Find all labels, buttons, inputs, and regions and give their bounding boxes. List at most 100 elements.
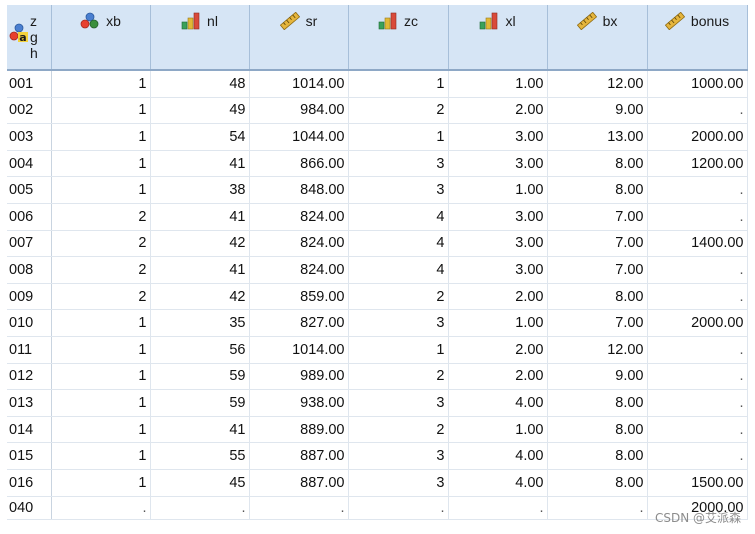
data-cell[interactable]: 55: [150, 442, 250, 470]
data-cell[interactable]: 2: [348, 363, 449, 391]
data-cell[interactable]: 42: [150, 283, 250, 311]
data-cell[interactable]: 3.00: [448, 150, 548, 178]
data-cell[interactable]: 824.00: [249, 256, 349, 284]
data-cell[interactable]: 2.00: [448, 336, 548, 364]
data-cell[interactable]: 56: [150, 336, 250, 364]
row-id-cell[interactable]: 007: [7, 230, 52, 258]
column-header-nl[interactable]: nl: [150, 5, 250, 71]
data-cell[interactable]: 4: [348, 256, 449, 284]
data-cell[interactable]: 2000.00: [647, 309, 748, 337]
data-cell[interactable]: 4.00: [448, 442, 548, 470]
data-cell[interactable]: 41: [150, 203, 250, 231]
data-cell[interactable]: 7.00: [547, 256, 648, 284]
column-header-xb[interactable]: xb: [51, 5, 151, 71]
data-cell[interactable]: 1: [348, 70, 449, 98]
data-cell[interactable]: 1: [348, 336, 449, 364]
data-cell[interactable]: 3: [348, 469, 449, 497]
data-cell[interactable]: 2000.00: [647, 123, 748, 151]
data-cell[interactable]: .: [647, 389, 748, 417]
data-cell[interactable]: 2: [348, 97, 449, 125]
data-cell[interactable]: 42: [150, 230, 250, 258]
data-cell[interactable]: 12.00: [547, 70, 648, 98]
data-cell[interactable]: .: [249, 496, 349, 520]
data-cell[interactable]: 1: [51, 150, 151, 178]
data-cell[interactable]: 3: [348, 442, 449, 470]
data-cell[interactable]: 3: [348, 176, 449, 204]
data-cell[interactable]: 1: [51, 363, 151, 391]
row-id-cell[interactable]: 011: [7, 336, 52, 364]
row-id-cell[interactable]: 003: [7, 123, 52, 151]
data-cell[interactable]: 1.00: [448, 176, 548, 204]
row-id-cell[interactable]: 013: [7, 389, 52, 417]
data-cell[interactable]: 4: [348, 203, 449, 231]
data-cell[interactable]: 3.00: [448, 203, 548, 231]
data-cell[interactable]: 8.00: [547, 416, 648, 444]
row-id-cell[interactable]: 010: [7, 309, 52, 337]
data-cell[interactable]: 824.00: [249, 203, 349, 231]
row-id-cell[interactable]: 006: [7, 203, 52, 231]
column-header-xl[interactable]: xl: [448, 5, 548, 71]
row-id-cell[interactable]: 040: [7, 496, 52, 520]
data-cell[interactable]: 49: [150, 97, 250, 125]
data-cell[interactable]: 4: [348, 230, 449, 258]
data-cell[interactable]: 887.00: [249, 469, 349, 497]
data-cell[interactable]: .: [647, 176, 748, 204]
data-cell[interactable]: 2.00: [448, 283, 548, 311]
data-cell[interactable]: 2: [51, 230, 151, 258]
data-cell[interactable]: 48: [150, 70, 250, 98]
data-cell[interactable]: 1000.00: [647, 70, 748, 98]
data-cell[interactable]: 989.00: [249, 363, 349, 391]
data-cell[interactable]: 1014.00: [249, 70, 349, 98]
data-cell[interactable]: 827.00: [249, 309, 349, 337]
data-cell[interactable]: 859.00: [249, 283, 349, 311]
data-cell[interactable]: 41: [150, 150, 250, 178]
row-id-cell[interactable]: 015: [7, 442, 52, 470]
data-cell[interactable]: .: [647, 416, 748, 444]
data-cell[interactable]: 1400.00: [647, 230, 748, 258]
column-header-bx[interactable]: bx: [547, 5, 648, 71]
data-cell[interactable]: 8.00: [547, 389, 648, 417]
data-cell[interactable]: 1: [348, 123, 449, 151]
data-cell[interactable]: 41: [150, 256, 250, 284]
data-cell[interactable]: .: [647, 256, 748, 284]
row-id-cell[interactable]: 012: [7, 363, 52, 391]
data-cell[interactable]: 824.00: [249, 230, 349, 258]
data-cell[interactable]: 1014.00: [249, 336, 349, 364]
data-cell[interactable]: 1: [51, 70, 151, 98]
data-cell[interactable]: 41: [150, 416, 250, 444]
data-cell[interactable]: 7.00: [547, 203, 648, 231]
data-cell[interactable]: 2: [348, 283, 449, 311]
data-cell[interactable]: 8.00: [547, 176, 648, 204]
data-cell[interactable]: 3: [348, 389, 449, 417]
data-cell[interactable]: 8.00: [547, 283, 648, 311]
data-cell[interactable]: 1: [51, 176, 151, 204]
data-cell[interactable]: 2: [51, 256, 151, 284]
data-cell[interactable]: 8.00: [547, 469, 648, 497]
data-cell[interactable]: 13.00: [547, 123, 648, 151]
data-cell[interactable]: 1500.00: [647, 469, 748, 497]
data-cell[interactable]: 2.00: [448, 363, 548, 391]
data-cell[interactable]: 3: [348, 150, 449, 178]
row-id-cell[interactable]: 004: [7, 150, 52, 178]
data-cell[interactable]: 1: [51, 469, 151, 497]
data-cell[interactable]: 3.00: [448, 256, 548, 284]
data-cell[interactable]: 1: [51, 123, 151, 151]
data-cell[interactable]: 1.00: [448, 416, 548, 444]
row-id-cell[interactable]: 016: [7, 469, 52, 497]
data-cell[interactable]: 887.00: [249, 442, 349, 470]
data-cell[interactable]: 1.00: [448, 70, 548, 98]
data-cell[interactable]: .: [647, 283, 748, 311]
data-cell[interactable]: 3.00: [448, 230, 548, 258]
data-cell[interactable]: .: [448, 496, 548, 520]
data-cell[interactable]: 1: [51, 416, 151, 444]
row-id-cell[interactable]: 009: [7, 283, 52, 311]
data-cell[interactable]: 1200.00: [647, 150, 748, 178]
data-cell[interactable]: 984.00: [249, 97, 349, 125]
data-cell[interactable]: 1.00: [448, 309, 548, 337]
data-cell[interactable]: 59: [150, 389, 250, 417]
row-id-cell[interactable]: 002: [7, 97, 52, 125]
data-cell[interactable]: .: [647, 363, 748, 391]
data-cell[interactable]: 7.00: [547, 230, 648, 258]
data-cell[interactable]: 866.00: [249, 150, 349, 178]
data-cell[interactable]: 889.00: [249, 416, 349, 444]
